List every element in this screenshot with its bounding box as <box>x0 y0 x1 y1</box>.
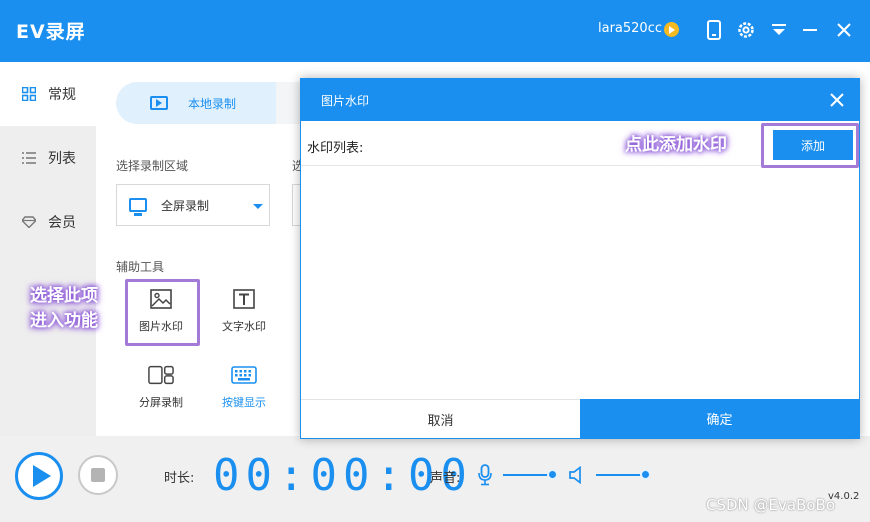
second-option-label: 选 <box>292 159 300 173</box>
split-screen-icon <box>148 364 174 386</box>
sidebar: 常规 列表 会员 <box>0 62 96 436</box>
keyboard-icon <box>231 364 257 386</box>
text-icon <box>231 288 257 310</box>
image-watermark-dialog: 图片水印 水印列表: 添加 取消 确定 <box>300 78 860 439</box>
player-bar: 时长: 00:00:00 声音: v4.0.2 CSDN @EvaBoBo <box>0 436 870 522</box>
tool-text-watermark-label: 文字水印 <box>222 320 266 333</box>
tab-local-record-label: 本地录制 <box>188 96 237 111</box>
tool-key-display[interactable]: 按键显示 <box>208 364 280 424</box>
tool-split-record-label: 分屏录制 <box>139 396 183 409</box>
speaker-volume-knob[interactable] <box>640 469 651 480</box>
watermark-list-label: 水印列表: <box>307 141 364 156</box>
annotation-line-2: 进入功能 <box>30 311 98 331</box>
monitor-icon <box>129 198 147 216</box>
minimize-icon[interactable] <box>797 17 823 43</box>
dropdown-menu-icon[interactable] <box>766 17 792 43</box>
tools-label: 辅助工具 <box>116 260 165 274</box>
sidebar-item-general[interactable]: 常规 <box>0 62 96 126</box>
list-icon <box>22 151 36 165</box>
stop-button[interactable] <box>78 455 118 495</box>
play-button[interactable] <box>15 452 63 500</box>
sidebar-item-member[interactable]: 会员 <box>0 190 96 254</box>
mic-volume-knob[interactable] <box>547 469 558 480</box>
tool-text-watermark[interactable]: 文字水印 <box>208 288 280 348</box>
record-area-label: 选择录制区域 <box>116 159 189 173</box>
dialog-header: 图片水印 <box>301 79 859 121</box>
microphone-icon[interactable] <box>477 464 493 490</box>
annotation-add-watermark: 点此添加水印 <box>625 135 727 155</box>
mic-volume-slider[interactable] <box>503 474 551 476</box>
grid-icon <box>22 87 36 101</box>
tool-key-display-label: 按键显示 <box>222 396 266 409</box>
record-area-value: 全屏录制 <box>161 198 210 213</box>
close-window-icon[interactable] <box>831 17 857 43</box>
speaker-volume-slider[interactable] <box>596 474 644 476</box>
settings-gear-icon[interactable] <box>733 17 759 43</box>
annotation-line-1: 选择此项 <box>30 286 98 306</box>
video-icon <box>150 96 168 110</box>
duration-label: 时长: <box>164 471 195 486</box>
speaker-icon[interactable] <box>568 465 586 488</box>
record-area-select[interactable]: 全屏录制 <box>116 184 270 226</box>
annotation-highlight-box <box>125 279 200 346</box>
close-icon[interactable] <box>827 90 847 110</box>
confirm-button[interactable]: 确定 <box>580 399 859 438</box>
cancel-button[interactable]: 取消 <box>301 400 580 438</box>
tab-local-record[interactable]: 本地录制 <box>116 82 276 124</box>
title-bar: EV录屏 lara520cc <box>0 0 870 62</box>
sidebar-item-label: 列表 <box>48 151 76 167</box>
diamond-icon <box>22 215 36 229</box>
sidebar-item-list[interactable]: 列表 <box>0 126 96 190</box>
sound-label: 声音: <box>430 471 461 486</box>
username[interactable]: lara520cc <box>598 21 662 36</box>
tool-split-record[interactable]: 分屏录制 <box>125 364 197 424</box>
sidebar-item-label: 会员 <box>48 215 76 231</box>
add-watermark-button[interactable]: 添加 <box>773 130 853 160</box>
annotation-select-item: 选择此项 进入功能 <box>30 284 98 334</box>
vip-badge-icon[interactable] <box>664 22 679 37</box>
dialog-title: 图片水印 <box>321 94 370 108</box>
tablet-icon[interactable] <box>701 17 727 43</box>
app-title: EV录屏 <box>16 21 86 43</box>
csdn-watermark: CSDN @EvaBoBo <box>706 496 836 514</box>
chevron-down-icon <box>253 204 263 209</box>
sidebar-item-label: 常规 <box>48 87 76 103</box>
